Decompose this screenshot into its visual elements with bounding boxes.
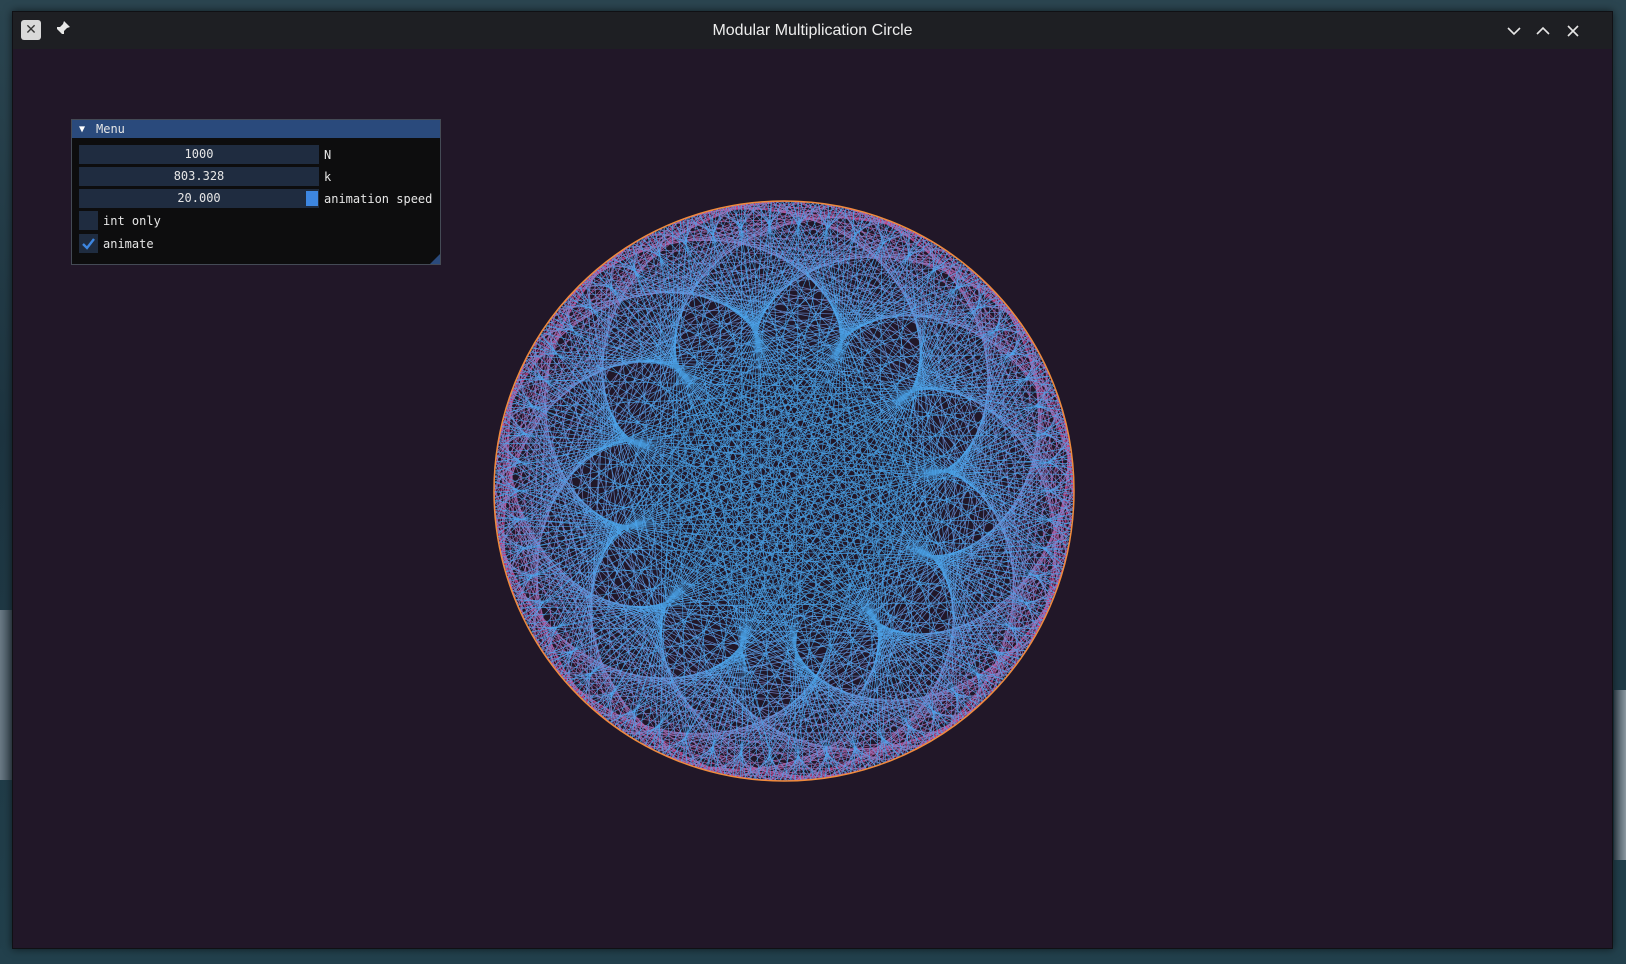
- app-window: ✕ Modular Multiplication Circle ▼ Menu 1…: [12, 11, 1613, 949]
- int-only-checkbox[interactable]: [79, 211, 98, 230]
- animate-row: animate: [79, 234, 154, 253]
- window-title: Modular Multiplication Circle: [712, 22, 913, 39]
- pin-icon[interactable]: [53, 20, 73, 40]
- animation-speed-label: animation speed: [324, 191, 433, 206]
- desktop-background-left: [0, 610, 12, 780]
- animation-speed-value: 20.000: [177, 191, 221, 205]
- k-input[interactable]: 803.328: [79, 167, 319, 186]
- render-area: ▼ Menu 1000 N 803.328 k 20.000 animation…: [13, 49, 1612, 948]
- close-button[interactable]: [1562, 20, 1584, 42]
- n-row: 1000 N: [79, 145, 331, 164]
- menu-title: Menu: [96, 122, 125, 136]
- k-label: k: [324, 169, 332, 184]
- minimize-button[interactable]: [1503, 20, 1525, 42]
- speed-row: 20.000 animation speed: [79, 189, 432, 208]
- menu-header[interactable]: ▼ Menu: [72, 120, 440, 138]
- int-only-row: int only: [79, 211, 161, 230]
- animate-checkbox[interactable]: [79, 234, 98, 253]
- close-icon: [1567, 25, 1579, 37]
- checkmark-icon: [82, 238, 95, 250]
- chevron-down-icon: [1507, 27, 1521, 36]
- title-bar[interactable]: ✕ Modular Multiplication Circle: [13, 12, 1612, 49]
- int-only-label: int only: [103, 213, 161, 228]
- collapse-arrow-icon[interactable]: ▼: [79, 124, 89, 135]
- maximize-button[interactable]: [1532, 20, 1554, 42]
- animation-speed-slider[interactable]: 20.000: [79, 189, 319, 208]
- app-icon[interactable]: ✕: [21, 20, 41, 40]
- resize-grip[interactable]: [430, 254, 440, 264]
- n-label: N: [324, 147, 332, 162]
- slider-grab-handle[interactable]: [306, 191, 318, 206]
- k-row: 803.328 k: [79, 167, 331, 186]
- menu-panel: ▼ Menu 1000 N 803.328 k 20.000 animation…: [71, 119, 441, 265]
- n-input[interactable]: 1000: [79, 145, 319, 164]
- chevron-up-icon: [1536, 26, 1550, 35]
- desktop-background-right: [1614, 690, 1626, 860]
- animate-label: animate: [103, 236, 154, 251]
